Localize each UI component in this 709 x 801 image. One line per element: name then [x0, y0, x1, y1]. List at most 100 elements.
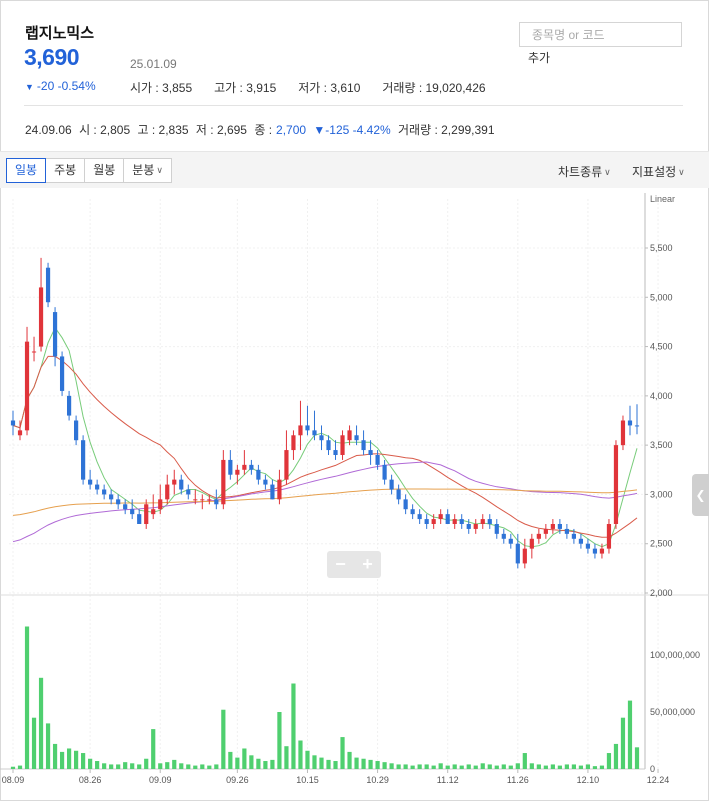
volume-bar — [403, 764, 408, 769]
candle-body — [263, 479, 268, 485]
candle-body — [459, 519, 464, 524]
candle-body — [270, 484, 275, 500]
price-tick-label: 3,000 — [650, 489, 673, 499]
candle-body — [137, 514, 142, 524]
candle-body — [326, 440, 331, 451]
volume-bar — [522, 753, 527, 769]
candle-body — [543, 528, 548, 534]
volume-bar — [466, 764, 471, 769]
volume-bar — [88, 758, 93, 769]
volume-bar — [312, 755, 317, 769]
volume-bar — [592, 766, 598, 769]
candle-body — [452, 519, 457, 524]
volume-bar — [151, 729, 156, 769]
candle-body — [17, 430, 23, 436]
candle-body — [333, 450, 338, 455]
volume-bar — [606, 753, 612, 769]
side-panel-toggle[interactable]: ❮ — [692, 474, 709, 516]
candle-body — [186, 489, 191, 495]
volume-bar — [66, 748, 72, 769]
volume-bar — [431, 765, 436, 769]
candle-body — [38, 287, 44, 347]
candle-body — [214, 499, 219, 505]
candle-body — [599, 548, 605, 554]
candle-body — [445, 514, 450, 524]
volume-bar — [571, 764, 576, 769]
candle-body — [501, 533, 506, 539]
volume-bar — [31, 717, 37, 769]
volume-bar — [529, 763, 534, 769]
volume-bar — [480, 763, 485, 769]
volume-bar — [438, 763, 443, 769]
candle-body — [193, 499, 198, 501]
volume-bar — [347, 751, 352, 769]
volume-bar — [263, 761, 268, 769]
volume-bar — [17, 765, 23, 769]
price-tick-label: 5,500 — [650, 243, 673, 253]
volume-bar — [291, 683, 296, 769]
candle-body — [473, 524, 478, 529]
candle-body — [109, 494, 114, 500]
candle-body — [179, 479, 184, 490]
candle-body — [52, 312, 58, 357]
candle-body — [165, 484, 170, 500]
candle-body — [536, 533, 541, 539]
zoom-out-button[interactable]: − — [327, 551, 354, 578]
volume-bar — [102, 763, 107, 769]
candle-body — [130, 509, 135, 515]
candle-body — [151, 509, 156, 515]
volume-bar — [298, 740, 303, 769]
volume-bar — [361, 758, 366, 769]
volume-bar — [578, 765, 584, 769]
date-tick-label: 08.26 — [79, 775, 102, 785]
candle-body — [31, 351, 37, 353]
price-tick-label: 5,000 — [650, 292, 673, 302]
volume-bar — [186, 764, 191, 769]
candle-body — [606, 524, 612, 549]
candle-body — [221, 459, 226, 505]
candle-body — [284, 450, 289, 480]
candle-body — [10, 420, 16, 426]
candle-body — [123, 504, 128, 510]
volume-bar — [158, 763, 163, 769]
candle-body — [200, 499, 205, 501]
volume-bar — [627, 700, 633, 769]
volume-bar — [59, 751, 65, 769]
volume-bar — [543, 765, 548, 769]
zoom-in-button[interactable]: + — [354, 551, 381, 578]
price-chart[interactable]: Linear 5,500 5,000 4,500 4,000 3,500 3,000 2,50… — [0, 0, 709, 801]
candle-body — [634, 425, 640, 427]
candle-body — [480, 519, 485, 524]
chevron-left-icon: ❮ — [695, 488, 706, 502]
candle-body — [228, 459, 233, 475]
price-tick-label: 4,500 — [650, 342, 673, 352]
volume-bar — [536, 764, 541, 769]
zoom-controls: − + — [327, 551, 381, 578]
volume-bar — [172, 759, 177, 769]
volume-bar — [165, 762, 170, 769]
candle-body — [172, 479, 177, 485]
candle-body — [347, 430, 352, 441]
volume-bar — [410, 765, 415, 769]
volume-bar — [424, 764, 429, 769]
candle-body — [564, 528, 569, 534]
volume-bar — [368, 759, 373, 769]
candle-body — [207, 499, 212, 501]
date-tick-label: 11.12 — [437, 775, 459, 785]
volume-bar — [144, 758, 149, 769]
volume-bar — [340, 737, 345, 769]
candle-body — [298, 425, 303, 436]
volume-bar — [585, 764, 591, 769]
candle-body — [249, 464, 254, 470]
candle-body — [88, 479, 93, 485]
volume-bar — [557, 765, 562, 769]
candle-body — [144, 504, 149, 524]
candle-body — [368, 450, 373, 455]
tab-daily[interactable]: 일봉 — [6, 158, 47, 183]
candle-body — [389, 479, 394, 490]
candle-body — [438, 514, 443, 520]
candle-body — [277, 479, 282, 500]
candle-body — [305, 425, 310, 431]
volume-bar — [396, 764, 401, 769]
volume-bar — [24, 626, 30, 769]
